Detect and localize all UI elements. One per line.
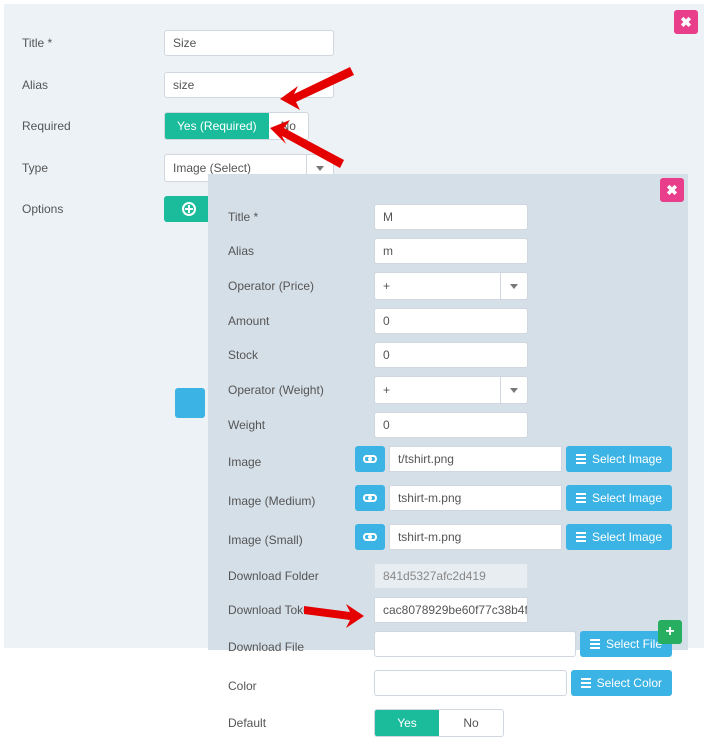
type-label: Type xyxy=(22,161,164,175)
opt-image-s-input[interactable] xyxy=(389,524,562,550)
title-input[interactable] xyxy=(164,30,334,56)
close-icon: ✖ xyxy=(680,14,692,31)
select-file-text: Select File xyxy=(606,637,662,651)
plus-icon: + xyxy=(665,624,674,640)
opt-weight-input[interactable] xyxy=(374,412,528,438)
title-label: Title * xyxy=(22,36,164,50)
required-toggle: Yes (Required) No xyxy=(164,112,309,140)
drag-handle[interactable] xyxy=(175,388,205,418)
opt-alias-input[interactable] xyxy=(374,238,528,264)
opt-image-input[interactable] xyxy=(389,446,562,472)
select-image-text: Select Image xyxy=(592,452,662,466)
eye-icon xyxy=(363,494,377,502)
eye-icon xyxy=(363,455,377,463)
required-no-option[interactable]: No xyxy=(269,113,308,139)
opt-op-weight-value: + xyxy=(374,376,500,404)
select-color-button[interactable]: Select Color xyxy=(571,670,672,696)
add-option-button[interactable] xyxy=(164,196,214,222)
dl-token-label: Download Token xyxy=(228,603,374,617)
chevron-down-icon xyxy=(316,166,324,171)
alias-input[interactable] xyxy=(164,72,334,98)
preview-image-m-button[interactable] xyxy=(355,485,385,511)
opt-op-price-label: Operator (Price) xyxy=(228,279,374,293)
opt-stock-input[interactable] xyxy=(374,342,528,368)
opt-amount-label: Amount xyxy=(228,314,374,328)
opt-op-weight-dropdown[interactable]: + xyxy=(374,376,528,404)
dl-file-input[interactable] xyxy=(374,631,576,657)
opt-weight-label: Weight xyxy=(228,418,374,432)
opt-image-label: Image xyxy=(228,455,355,469)
opt-stock-label: Stock xyxy=(228,348,374,362)
eye-icon xyxy=(363,533,377,541)
opt-title-label: Title * xyxy=(228,210,374,224)
default-yes-option[interactable]: Yes xyxy=(375,710,439,736)
opt-alias-label: Alias xyxy=(228,244,374,258)
opt-amount-input[interactable] xyxy=(374,308,528,334)
opt-op-weight-caret[interactable] xyxy=(500,376,528,404)
select-image-button[interactable]: Select Image xyxy=(566,446,672,472)
plus-icon xyxy=(182,202,196,216)
select-image-m-button[interactable]: Select Image xyxy=(566,485,672,511)
list-icon xyxy=(576,493,586,503)
opt-image-m-input[interactable] xyxy=(389,485,562,511)
add-corner-button[interactable]: + xyxy=(658,620,682,644)
select-image-text: Select Image xyxy=(592,491,662,505)
option-close-button[interactable]: ✖ xyxy=(660,178,684,202)
dl-folder-label: Download Folder xyxy=(228,569,374,583)
default-no-option[interactable]: No xyxy=(439,710,503,736)
options-label: Options xyxy=(22,202,164,216)
opt-op-price-value: + xyxy=(374,272,500,300)
list-icon xyxy=(576,454,586,464)
list-icon xyxy=(576,532,586,542)
select-color-text: Select Color xyxy=(597,676,662,690)
select-image-s-button[interactable]: Select Image xyxy=(566,524,672,550)
dl-file-label: Download File xyxy=(228,640,374,654)
preview-image-button[interactable] xyxy=(355,446,385,472)
close-icon: ✖ xyxy=(666,182,678,199)
opt-op-weight-label: Operator (Weight) xyxy=(228,383,374,397)
chevron-down-icon xyxy=(510,284,518,289)
color-label: Color xyxy=(228,679,374,693)
list-icon xyxy=(581,678,591,688)
close-button[interactable]: ✖ xyxy=(674,10,698,34)
select-image-text: Select Image xyxy=(592,530,662,544)
chevron-down-icon xyxy=(510,388,518,393)
opt-image-s-label: Image (Small) xyxy=(228,533,355,547)
list-icon xyxy=(590,639,600,649)
required-label: Required xyxy=(22,119,164,133)
dl-token-value: cac8078929be60f77c38b4f6c06b4a xyxy=(374,597,528,623)
preview-image-s-button[interactable] xyxy=(355,524,385,550)
color-input[interactable] xyxy=(374,670,567,696)
alias-label: Alias xyxy=(22,78,164,92)
dl-folder-value: 841d5327afc2d419 xyxy=(374,563,528,589)
opt-op-price-dropdown[interactable]: + xyxy=(374,272,528,300)
default-label: Default xyxy=(228,716,374,730)
opt-op-price-caret[interactable] xyxy=(500,272,528,300)
default-toggle: Yes No xyxy=(374,709,504,737)
opt-image-m-label: Image (Medium) xyxy=(228,494,355,508)
opt-title-input[interactable] xyxy=(374,204,528,230)
required-yes-option[interactable]: Yes (Required) xyxy=(165,113,269,139)
